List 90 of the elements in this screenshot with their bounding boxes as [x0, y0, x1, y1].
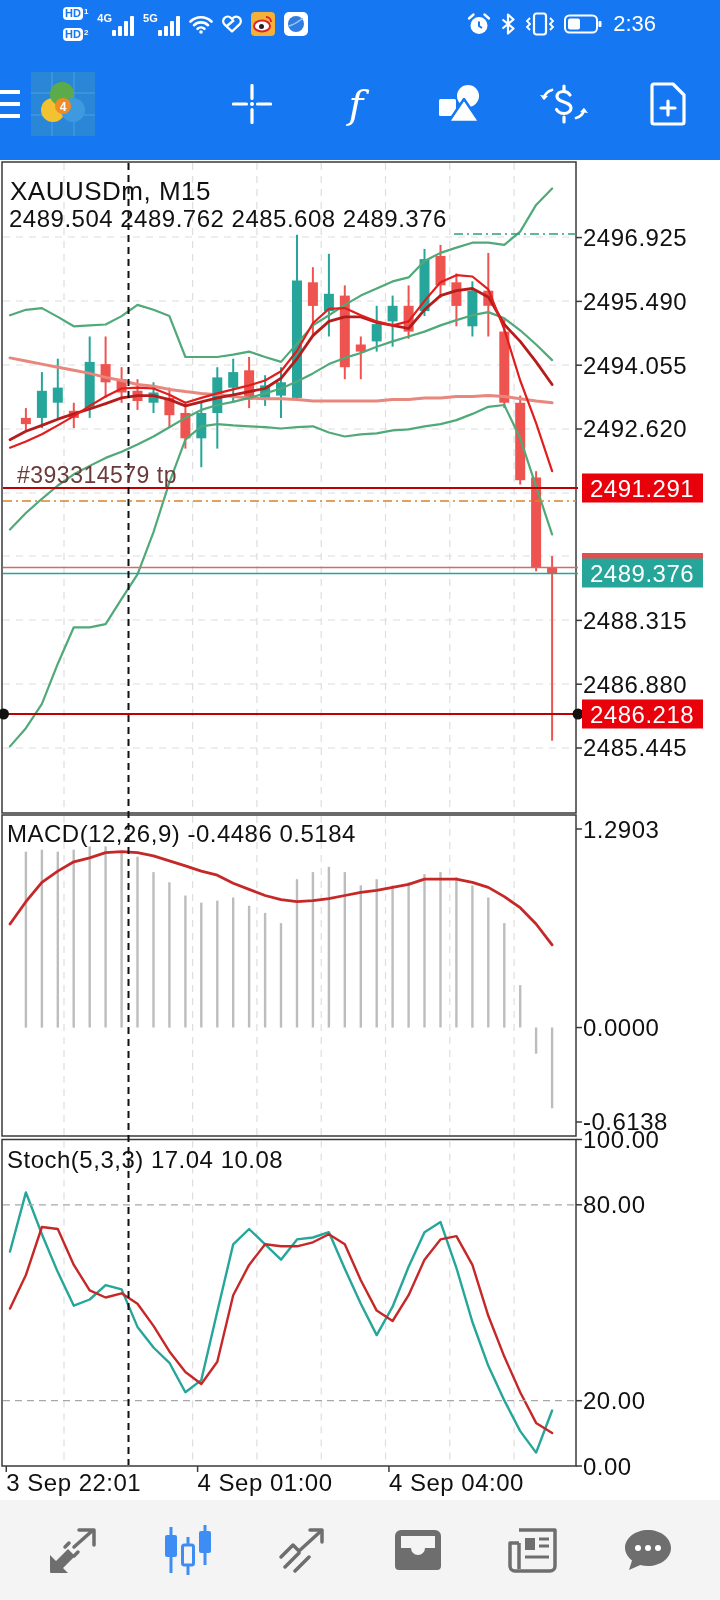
axis-label: 2494.055: [583, 351, 688, 379]
tick-mark: [388, 1465, 390, 1473]
axis-label: 0.00: [583, 1452, 632, 1480]
tick-mark: [575, 747, 583, 749]
tick-mark: [5, 1465, 7, 1473]
chat-icon[interactable]: [622, 1528, 673, 1572]
candlestick: [403, 284, 414, 340]
indicator-title: Stoch(5,3,3) 17.04 10.08: [7, 1146, 284, 1173]
candlestick: [148, 381, 159, 414]
shapes-icon[interactable]: [438, 84, 482, 124]
tick-mark: [575, 828, 583, 830]
candlestick: [435, 243, 446, 299]
candlestick: [387, 294, 398, 348]
indicators-button[interactable]: f: [344, 82, 368, 126]
signal-icon: [112, 16, 135, 36]
time-label: 4 Sep 04:00: [388, 1469, 524, 1496]
candlestick: [276, 366, 286, 419]
tick-mark: [575, 1465, 583, 1467]
alarm-clock-icon: [467, 12, 492, 36]
candlestick: [116, 366, 127, 404]
axis-label: 2496.925: [583, 224, 688, 252]
axis-label: 80.00: [583, 1191, 646, 1219]
tick-mark: [196, 1465, 199, 1473]
dollar-exchange-icon[interactable]: [539, 84, 589, 124]
sim-slot-label: 2: [83, 28, 89, 37]
wifi-icon: [188, 14, 213, 34]
candlestick: [36, 371, 47, 430]
candlestick: [467, 280, 478, 338]
candlestick: [260, 374, 271, 407]
newspaper-icon[interactable]: [506, 1527, 559, 1573]
candlestick: [20, 407, 31, 432]
vibrate-icon: [525, 12, 556, 36]
tick-mark: [575, 300, 583, 303]
axis-label: 0.0000: [583, 1014, 660, 1042]
hd-badge: HD: [63, 28, 83, 41]
candlestick: [132, 378, 143, 411]
axis-label: 20.00: [583, 1387, 646, 1415]
price-tag: 2489.376: [582, 558, 703, 588]
tick-mark: [575, 1204, 583, 1206]
tick-mark: [575, 1138, 583, 1141]
axis-label: 1.2903: [583, 815, 660, 843]
axis-label: 2486.880: [583, 670, 688, 698]
tick-mark: [575, 1399, 583, 1402]
inbox-icon[interactable]: [392, 1528, 443, 1572]
time-label: 3 Sep 22:01: [6, 1469, 142, 1496]
app-icon: [283, 12, 308, 36]
app-icon: [250, 12, 275, 36]
axis-label: 2485.445: [583, 734, 688, 762]
drag-handle-icon[interactable]: [0, 708, 9, 720]
time-label: 4 Sep 01:00: [197, 1469, 333, 1496]
battery-icon: [564, 14, 603, 34]
menu-icon[interactable]: [0, 89, 20, 119]
candlestick: [196, 401, 207, 469]
heart-icon: [221, 15, 242, 33]
status-time: 2:36: [613, 11, 656, 37]
tick-mark: [575, 364, 583, 366]
candlestick: [68, 401, 79, 430]
histogram-bar: [534, 1027, 538, 1054]
crosshair-icon[interactable]: [232, 84, 272, 124]
axis-label: 2495.490: [583, 287, 688, 315]
axis-label: 2488.315: [583, 606, 688, 634]
signal-icon: [157, 16, 180, 36]
network-label: 5G: [143, 12, 158, 24]
tick-mark: [575, 1121, 583, 1123]
candlestick: [228, 357, 239, 404]
sim-slot-label: 1: [83, 7, 89, 16]
indicator-title: MACD(12,26,9) -0.4486 0.5184: [7, 820, 356, 847]
price-tag: 2486.218: [582, 699, 703, 729]
new-document-icon[interactable]: [649, 82, 687, 126]
price-tag: 2491.291: [582, 473, 703, 503]
tick-mark: [575, 683, 583, 685]
candlestick: [451, 272, 462, 328]
candlestick: [244, 356, 255, 410]
bluetooth-icon: [500, 12, 517, 36]
tick-mark: [575, 428, 583, 430]
candlestick: [100, 335, 111, 399]
ohlc-values: 2489.504 2489.762 2485.608 2489.376: [9, 205, 447, 232]
candlestick: [419, 247, 430, 318]
app-logo-icon: 4: [31, 72, 95, 136]
histogram-bar: [519, 985, 522, 1028]
tick-mark: [575, 1026, 583, 1029]
network-label: 4G: [97, 12, 113, 24]
tick-mark: [575, 619, 583, 622]
hd-badge: HD: [63, 7, 83, 20]
candlestick: [355, 335, 366, 381]
axis-label: 2492.620: [583, 415, 688, 443]
symbol-title: XAUUSDm, M15: [10, 176, 212, 206]
candlestick: [371, 304, 382, 353]
candlestick: [52, 357, 63, 419]
tick-mark: [575, 236, 583, 239]
